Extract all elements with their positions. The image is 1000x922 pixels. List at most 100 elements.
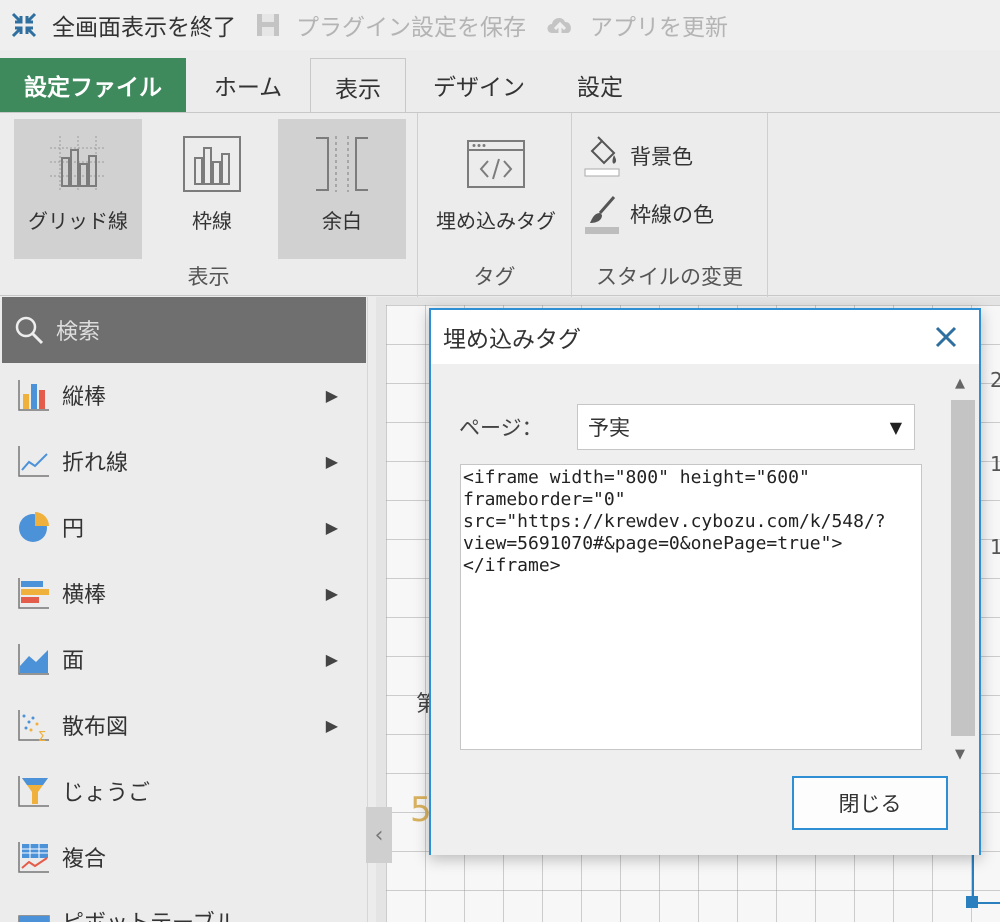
margins-label: 余白 [322, 209, 362, 233]
embed-tag-dialog: 埋め込みタグ ページ： 予実 ▼ <iframe width="800" hei… [429, 308, 981, 855]
gridlines-label: グリッド線 [28, 209, 128, 233]
line-chart-icon [18, 446, 49, 477]
sidebar-item-label: 横棒 [62, 583, 107, 608]
scroll-up-icon[interactable]: ▲ [955, 376, 965, 391]
embed-code-textarea[interactable]: <iframe width="800" height="600" framebo… [460, 464, 922, 750]
collapse-arrows-icon [11, 12, 37, 38]
expand-arrow-icon: ▶ [325, 385, 338, 405]
sidebar-item-label: 複合 [62, 847, 107, 872]
style-group: 背景色 枠線の色 スタイルの変更 [572, 113, 768, 297]
scrollbar-thumb[interactable] [951, 400, 975, 736]
borders-button[interactable]: 枠線 [146, 119, 278, 259]
close-button[interactable]: 閉じる [792, 776, 948, 830]
code-window-icon [467, 140, 525, 188]
sidebar-item-horizontal-bar[interactable]: 横棒 ▶ [0, 563, 360, 623]
dialog-body: ページ： 予実 ▼ <iframe width="800" height="60… [431, 364, 979, 855]
sidebar-item-line[interactable]: 折れ線 ▶ [0, 431, 360, 491]
sidebar-item-funnel[interactable]: じょうご [0, 761, 360, 821]
funnel-chart-icon [18, 776, 49, 807]
background-color-button[interactable]: 背景色 [584, 135, 693, 177]
display-group-label: 表示 [187, 265, 230, 289]
selection-border [972, 902, 1000, 904]
margins-button[interactable]: 余白 [278, 119, 406, 259]
ribbon-panel: グリッド線 枠線 余白 表示 埋め込みタグ タグ 背景色 枠線の色 スタイルの変… [0, 112, 1000, 297]
tab-settings-file[interactable]: 設定ファイル [0, 58, 186, 112]
sidebar-item-area[interactable]: 面 ▶ [0, 629, 360, 689]
margins-icon [316, 136, 368, 192]
page-label: ページ： [459, 416, 543, 440]
svg-text:Σ: Σ [38, 730, 46, 742]
save-icon [257, 14, 279, 36]
close-icon [935, 326, 957, 348]
page-select[interactable]: 予実 ▼ [577, 404, 915, 450]
embed-tag-button[interactable]: 埋め込みタグ [426, 119, 566, 259]
page-select-value: 予実 [588, 416, 630, 440]
sidebar-item-pie[interactable]: 円 ▶ [0, 497, 360, 557]
chevron-left-icon: ‹ [374, 822, 384, 848]
sidebar-item-pivot-table[interactable]: ピボットテーブル [0, 891, 360, 922]
gridlines-button[interactable]: グリッド線 [14, 119, 142, 259]
search-icon [15, 316, 44, 345]
chart-type-sidebar: 検索 縦棒 ▶ 折れ線 ▶ 円 ▶ 横棒 ▶ 面 ▶ Σ 散布図 ▶ じょうご … [0, 297, 368, 922]
paint-bucket-icon [584, 136, 620, 177]
sidebar-item-label: 散布図 [62, 715, 129, 740]
save-plugin-settings-label: プラグイン設定を保存 [296, 15, 526, 41]
top-toolbar: 全画面表示を終了 プラグイン設定を保存 アプリを更新 [0, 0, 1000, 50]
tab-view[interactable]: 表示 [310, 58, 406, 114]
search-placeholder: 検索 [56, 320, 101, 345]
pivot-table-icon [18, 915, 50, 922]
expand-arrow-icon: ▶ [325, 583, 338, 603]
area-chart-icon [18, 644, 49, 675]
border-color-label: 枠線の色 [630, 203, 714, 227]
update-app-button[interactable]: アプリを更新 [544, 8, 728, 42]
tab-home[interactable]: ホーム [186, 58, 310, 112]
dialog-scrollbar[interactable]: ▲ ▼ [949, 370, 977, 762]
sidebar-item-label: 縦棒 [62, 385, 107, 410]
axis-tick-label: 2 [990, 368, 1000, 392]
sidebar-item-label: ピボットテーブル [62, 905, 237, 922]
scatter-chart-icon: Σ [18, 710, 49, 742]
expand-arrow-icon: ▶ [325, 649, 338, 669]
save-plugin-settings-button[interactable]: プラグイン設定を保存 [254, 8, 526, 42]
axis-tick-label: 1 [990, 452, 1000, 476]
ribbon-tabs: 設定ファイル ホーム 表示 デザイン 設定 [0, 58, 1000, 114]
cloud-upload-icon [547, 18, 571, 37]
tab-design[interactable]: デザイン [406, 58, 552, 112]
brush-icon [585, 196, 619, 234]
axis-tick-label: 1 [990, 535, 1000, 559]
sidebar-item-label: 折れ線 [62, 451, 129, 476]
exit-fullscreen-label: 全画面表示を終了 [52, 15, 236, 41]
dropdown-arrow-icon: ▼ [889, 417, 902, 437]
tag-group: 埋め込みタグ タグ [418, 113, 572, 297]
sidebar-item-combo[interactable]: 複合 [0, 827, 360, 887]
combo-chart-icon [18, 842, 49, 873]
sidebar-item-label: 面 [62, 649, 85, 674]
pie-chart-icon [19, 512, 49, 542]
sidebar-item-vertical-bar[interactable]: 縦棒 ▶ [0, 365, 360, 425]
sidebar-item-label: 円 [62, 517, 85, 542]
vertical-bar-chart-icon [18, 380, 49, 411]
search-box[interactable]: 検索 [2, 297, 366, 363]
expand-arrow-icon: ▶ [325, 517, 338, 537]
scroll-down-icon[interactable]: ▼ [955, 747, 965, 762]
dialog-title: 埋め込みタグ [443, 327, 581, 353]
expand-arrow-icon: ▶ [325, 715, 338, 735]
tag-group-label: タグ [473, 265, 516, 289]
style-group-label: スタイルの変更 [596, 265, 743, 289]
tab-settings[interactable]: 設定 [552, 58, 648, 112]
collapse-sidebar-button[interactable]: ‹ [366, 807, 392, 863]
borders-icon [183, 136, 241, 192]
gridlines-icon [50, 136, 106, 190]
dialog-close-button[interactable] [931, 322, 961, 352]
sidebar-item-scatter[interactable]: Σ 散布図 ▶ [0, 695, 360, 755]
sidebar-item-label: じょうご [62, 781, 151, 806]
border-color-button[interactable]: 枠線の色 [584, 193, 714, 235]
horizontal-bar-chart-icon [18, 578, 49, 609]
expand-arrow-icon: ▶ [325, 451, 338, 471]
borders-label: 枠線 [192, 209, 232, 233]
update-app-label: アプリを更新 [590, 15, 728, 41]
background-color-label: 背景色 [630, 145, 693, 169]
display-group: グリッド線 枠線 余白 表示 [0, 113, 418, 297]
embed-tag-label: 埋め込みタグ [436, 209, 556, 233]
exit-fullscreen-button[interactable]: 全画面表示を終了 [10, 8, 236, 42]
